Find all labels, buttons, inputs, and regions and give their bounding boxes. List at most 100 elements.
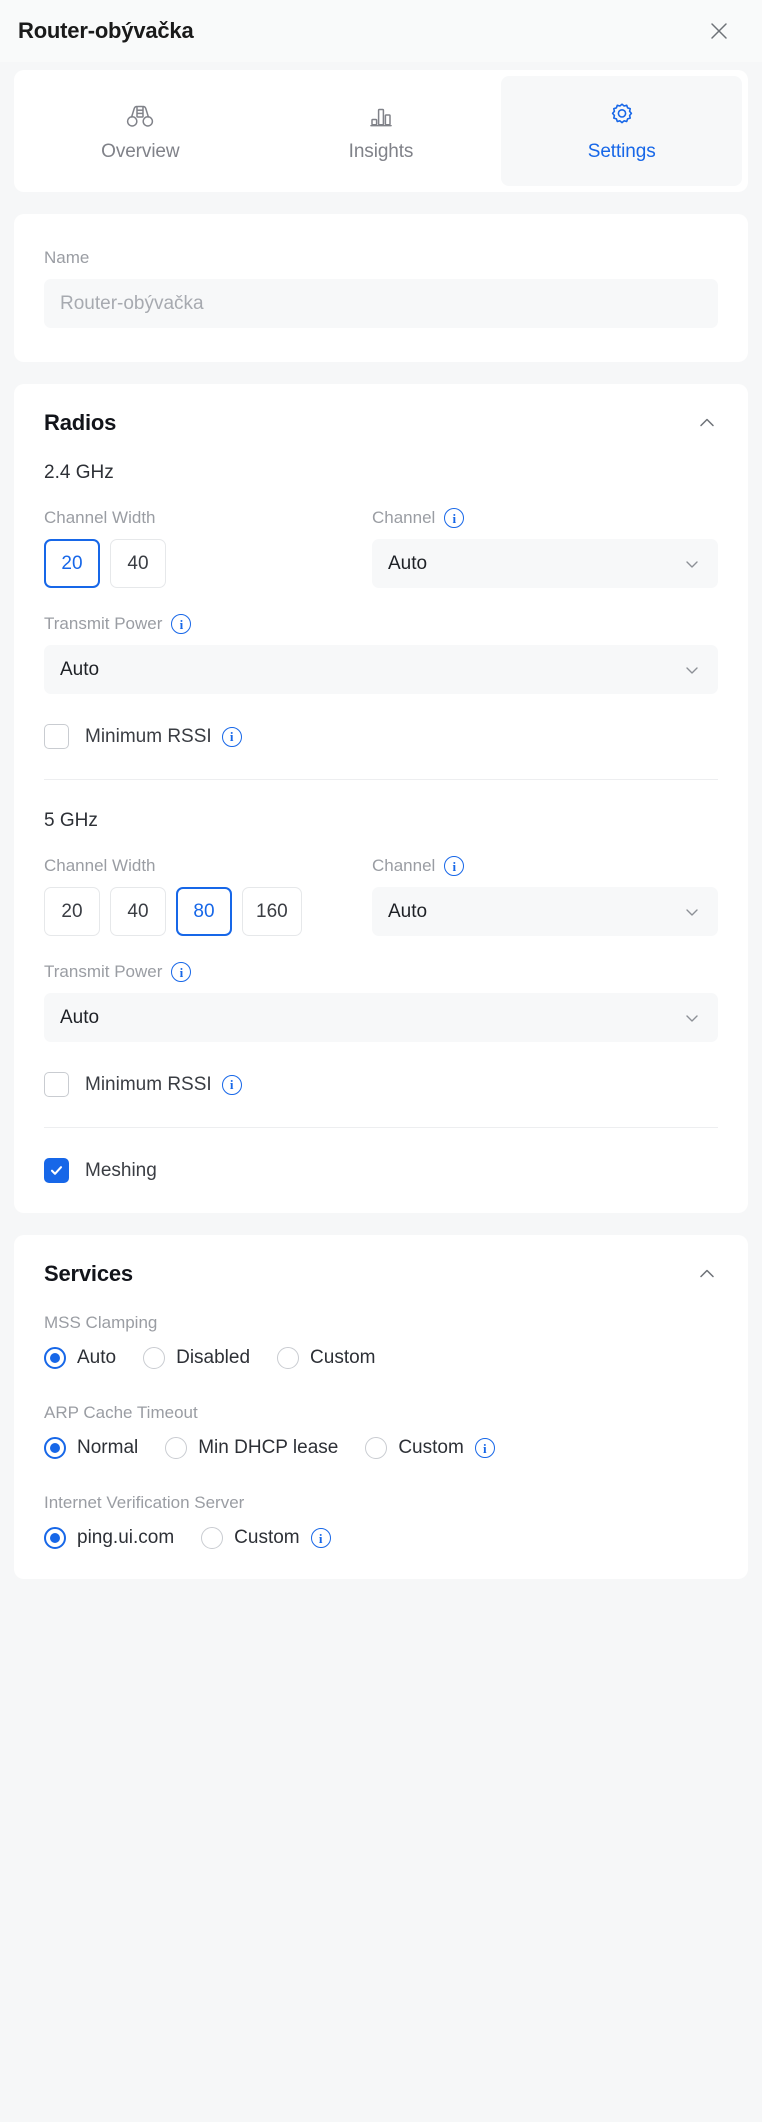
band-5-min-rssi-row[interactable]: Minimum RSSI i <box>44 1072 718 1097</box>
band-5-channel-select[interactable]: Auto <box>372 887 718 936</box>
band-5-channel-value: Auto <box>388 900 428 922</box>
mss-clamping-label: MSS Clamping <box>44 1313 158 1332</box>
tab-insights-label: Insights <box>348 141 414 162</box>
band-5-min-rssi-label-wrap: Minimum RSSI i <box>85 1074 242 1096</box>
band-24-transmit-power-label-wrap: Transmit Power i <box>44 614 718 634</box>
band-24-row: Channel Width 20 40 Channel i Auto <box>44 508 718 588</box>
mss-clamping-option-auto[interactable]: Auto <box>44 1347 116 1369</box>
mss-clamping-option-disabled[interactable]: Disabled <box>143 1347 250 1369</box>
internet-verification-server-group: Internet Verification Server ping.ui.com… <box>44 1493 718 1549</box>
info-icon[interactable]: i <box>444 856 465 876</box>
band-24-min-rssi-checkbox[interactable] <box>44 724 69 749</box>
band-24-transmit-power-group: Transmit Power i Auto <box>44 614 718 694</box>
ivs-option-custom-label: Custom <box>234 1527 300 1548</box>
band-24-width-20[interactable]: 20 <box>44 539 100 588</box>
chevron-down-icon <box>682 1008 702 1028</box>
bar-chart-icon <box>366 99 396 129</box>
radios-card: Radios 2.4 GHz Channel Width 20 40 Chann… <box>14 384 748 1213</box>
radio-indicator[interactable] <box>44 1527 66 1549</box>
close-icon[interactable] <box>702 14 736 48</box>
band-5-channel-width-label: Channel Width <box>44 856 156 875</box>
meshing-label-wrap: Meshing <box>85 1160 157 1182</box>
band-24-channel-label-wrap: Channel i <box>372 508 718 528</box>
band-24-channel-value: Auto <box>388 552 428 574</box>
tab-bar: Overview Insights Settings <box>14 70 748 192</box>
radio-indicator[interactable] <box>44 1347 66 1369</box>
tab-insights[interactable]: Insights <box>261 76 502 186</box>
band-24-min-rssi-row[interactable]: Minimum RSSI i <box>44 724 718 749</box>
mss-clamping-group: MSS Clamping Auto Disabled Custom <box>44 1313 718 1369</box>
band-5-channel-label: Channel <box>372 856 436 875</box>
chevron-up-icon[interactable] <box>696 1263 718 1285</box>
mss-clamping-option-disabled-label: Disabled <box>176 1347 251 1368</box>
meshing-checkbox[interactable] <box>44 1158 69 1183</box>
mss-clamping-option-custom-label: Custom <box>310 1347 376 1368</box>
arp-option-custom[interactable]: Custom i <box>365 1437 495 1459</box>
divider <box>44 779 718 780</box>
band-24-channel-select[interactable]: Auto <box>372 539 718 588</box>
arp-option-custom-label: Custom <box>398 1437 464 1458</box>
radio-indicator[interactable] <box>165 1437 188 1459</box>
settings-panel: Router-obývačka Overview Insights Settin… <box>0 0 762 2122</box>
chevron-down-icon <box>682 660 702 680</box>
internet-verification-server-options: ping.ui.com Custom i <box>44 1527 718 1549</box>
band-24-transmit-power-select[interactable]: Auto <box>44 645 718 694</box>
band-5-transmit-power-label: Transmit Power <box>44 962 163 981</box>
info-icon[interactable]: i <box>310 1528 331 1548</box>
info-icon[interactable]: i <box>221 1074 242 1095</box>
meshing-row[interactable]: Meshing <box>44 1158 718 1183</box>
info-icon[interactable]: i <box>444 508 465 528</box>
info-icon[interactable]: i <box>221 726 242 747</box>
meshing-label: Meshing <box>85 1159 157 1181</box>
chevron-down-icon <box>682 554 702 574</box>
radios-title: Radios <box>44 410 117 435</box>
titlebar: Router-obývačka <box>0 0 762 62</box>
mss-clamping-option-custom[interactable]: Custom <box>277 1347 376 1369</box>
binoculars-icon <box>125 99 155 129</box>
arp-option-normal-label: Normal <box>77 1437 139 1458</box>
arp-option-min-dhcp-lease[interactable]: Min DHCP lease <box>165 1437 338 1459</box>
band-5-row: Channel Width 20 40 80 160 Channel i Aut… <box>44 856 718 936</box>
band-24-channel-label: Channel <box>372 508 436 527</box>
tab-settings[interactable]: Settings <box>501 76 743 186</box>
arp-option-normal[interactable]: Normal <box>44 1437 138 1459</box>
radio-indicator[interactable] <box>365 1437 388 1459</box>
band-5-channel-label-wrap: Channel i <box>372 856 718 876</box>
band-5-label: 5 GHz <box>44 810 98 831</box>
band-5-width-160[interactable]: 160 <box>242 887 302 936</box>
radio-indicator[interactable] <box>201 1527 224 1549</box>
services-card-header: Services <box>44 1261 718 1287</box>
band-24-width-40[interactable]: 40 <box>110 539 166 588</box>
mss-clamping-option-auto-label: Auto <box>77 1347 117 1368</box>
band-5-width-20[interactable]: 20 <box>44 887 100 936</box>
band-5-transmit-power-select[interactable]: Auto <box>44 993 718 1042</box>
band-24-channel-width-group: Channel Width 20 40 <box>44 508 344 588</box>
ivs-option-custom[interactable]: Custom i <box>201 1527 331 1549</box>
tab-overview[interactable]: Overview <box>20 76 261 186</box>
band-5-transmit-power-group: Transmit Power i Auto <box>44 962 718 1042</box>
band-5-width-40[interactable]: 40 <box>110 887 166 936</box>
info-icon[interactable]: i <box>171 614 192 634</box>
internet-verification-server-label: Internet Verification Server <box>44 1493 245 1512</box>
name-card: Name Router-obývačka <box>14 214 748 362</box>
band-24-channel-width-options: 20 40 <box>44 539 344 588</box>
ivs-option-ping-ui-com[interactable]: ping.ui.com <box>44 1527 174 1549</box>
band-5-width-80[interactable]: 80 <box>176 887 232 936</box>
radio-indicator[interactable] <box>277 1347 300 1369</box>
name-input[interactable]: Router-obývačka <box>44 279 718 328</box>
tab-settings-label: Settings <box>587 141 656 162</box>
info-icon[interactable]: i <box>171 962 192 982</box>
name-field-label: Name <box>44 248 90 267</box>
band-5-channel-group: Channel i Auto <box>372 856 718 936</box>
band-24-channel-group: Channel i Auto <box>372 508 718 588</box>
band-24-min-rssi-label-wrap: Minimum RSSI i <box>85 726 242 748</box>
radio-indicator[interactable] <box>44 1437 66 1459</box>
ivs-option-ping-ui-com-label: ping.ui.com <box>77 1527 175 1548</box>
radio-indicator[interactable] <box>143 1347 166 1369</box>
chevron-up-icon[interactable] <box>696 412 718 434</box>
band-5-min-rssi-checkbox[interactable] <box>44 1072 69 1097</box>
info-icon[interactable]: i <box>474 1438 495 1458</box>
gear-icon <box>607 99 637 129</box>
band-24-transmit-power-value: Auto <box>60 658 100 680</box>
band-5-channel-width-options: 20 40 80 160 <box>44 887 344 936</box>
